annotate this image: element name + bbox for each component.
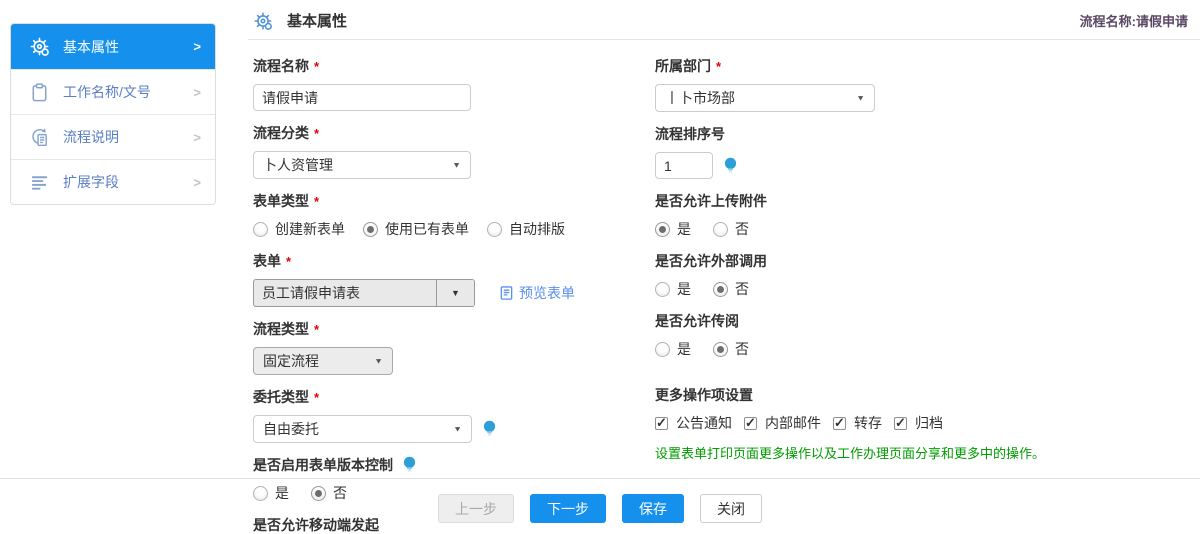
page-title: 基本属性 [287, 10, 347, 31]
lightbulb-hint-icon[interactable] [482, 420, 497, 438]
main-panel: 基本属性 流程名称:请假申请 流程名称 * 流程分类 * 卜人资管理 ▼ 表单类… [248, 0, 1200, 534]
chevron-right-icon: > [193, 85, 201, 100]
save-button[interactable]: 保存 [622, 494, 684, 523]
panel-header: 基本属性 流程名称:请假申请 [248, 0, 1200, 40]
dropdown-arrow-icon: ▼ [453, 425, 462, 434]
dropdown-arrow-icon: ▼ [856, 94, 865, 103]
field-label: 是否允许上传附件 [655, 191, 1175, 211]
required-mark: * [314, 194, 319, 209]
radio-option-auto-layout[interactable]: 自动排版 [487, 219, 565, 239]
radio-option-no[interactable]: 否 [713, 339, 749, 359]
required-mark: * [716, 59, 721, 74]
sort-number-input[interactable] [655, 152, 713, 179]
field-label: 流程分类 * [253, 123, 593, 143]
document-icon [499, 285, 514, 301]
radio-icon [713, 342, 728, 357]
form-type-radio-group: 创建新表单 使用已有表单 自动排版 [253, 219, 593, 239]
required-mark: * [314, 322, 319, 337]
required-mark: * [314, 390, 319, 405]
field-label: 流程类型 * [253, 319, 593, 339]
list-lines-icon [29, 172, 50, 193]
prev-step-button[interactable]: 上一步 [438, 494, 514, 523]
form-column-right: 所属部门 * 丨卜市场部 ▼ 流程排序号 是否允许上传附件 是 否 是否允许外 [655, 46, 1175, 462]
sidebar-item-label: 流程说明 [63, 127, 119, 147]
process-category-select[interactable]: 卜人资管理 ▼ [253, 151, 471, 179]
sidebar-item-extended-fields[interactable]: 扩展字段 > [11, 159, 215, 204]
department-select[interactable]: 丨卜市场部 ▼ [655, 84, 875, 112]
checkbox-option-internal-mail[interactable]: 内部邮件 [744, 413, 821, 433]
chevron-right-icon: > [193, 39, 201, 54]
process-name-display: 流程名称:请假申请 [1080, 11, 1188, 30]
radio-option-use-existing-form[interactable]: 使用已有表单 [363, 219, 469, 239]
settings-sidebar: 基本属性 > 工作名称/文号 > 流程说明 > 扩展字段 > [10, 23, 216, 205]
checkbox-option-archive[interactable]: 归档 [894, 413, 943, 433]
form-select-combo[interactable]: 员工请假申请表 ▼ [253, 279, 475, 307]
radio-icon [655, 282, 670, 297]
checkbox-icon [833, 417, 846, 430]
footer-divider [0, 478, 1200, 479]
radio-icon [713, 222, 728, 237]
clipboard-icon [29, 82, 50, 103]
more-actions-checkbox-group: 公告通知 内部邮件 转存 归档 [655, 413, 1175, 433]
allow-attachment-radio-group: 是 否 [655, 219, 1175, 239]
lightbulb-hint-icon[interactable] [723, 157, 738, 175]
more-actions-note: 设置表单打印页面更多操作以及工作办理页面分享和更多中的操作。 [655, 443, 1175, 462]
process-type-select[interactable]: 固定流程 ▼ [253, 347, 393, 375]
sidebar-item-label: 扩展字段 [63, 172, 119, 192]
field-label: 是否启用表单版本控制 [253, 455, 593, 475]
radio-icon [655, 342, 670, 357]
gear-icon [29, 36, 50, 57]
sidebar-item-work-name[interactable]: 工作名称/文号 > [11, 69, 215, 114]
footer-buttons: 上一步 下一步 保存 关闭 [0, 494, 1200, 523]
field-label: 是否允许传阅 [655, 311, 1175, 331]
radio-icon [363, 222, 378, 237]
field-label: 流程名称 * [253, 56, 593, 76]
required-mark: * [286, 254, 291, 269]
radio-option-yes[interactable]: 是 [655, 279, 691, 299]
allow-external-radio-group: 是 否 [655, 279, 1175, 299]
radio-icon [655, 222, 670, 237]
process-name-input[interactable] [253, 84, 471, 111]
form-column-left: 流程名称 * 流程分类 * 卜人资管理 ▼ 表单类型 * 创建新表单 使用已有表… [253, 46, 593, 534]
preview-form-link[interactable]: 预览表单 [499, 283, 575, 303]
allow-circulate-radio-group: 是 否 [655, 339, 1175, 359]
field-label: 表单类型 * [253, 191, 593, 211]
field-label: 更多操作项设置 [655, 385, 1175, 405]
field-label: 表单 * [253, 251, 593, 271]
checkbox-icon [894, 417, 907, 430]
dropdown-arrow-icon: ▼ [436, 280, 474, 306]
next-step-button[interactable]: 下一步 [530, 494, 606, 523]
sidebar-item-process-description[interactable]: 流程说明 > [11, 114, 215, 159]
radio-option-yes[interactable]: 是 [655, 339, 691, 359]
field-label: 所属部门 * [655, 56, 1175, 76]
sidebar-item-label: 基本属性 [63, 37, 119, 57]
lightbulb-hint-icon[interactable] [402, 456, 417, 474]
checkbox-option-transfer-save[interactable]: 转存 [833, 413, 882, 433]
radio-icon [253, 222, 268, 237]
dropdown-arrow-icon: ▼ [374, 357, 383, 366]
dropdown-arrow-icon: ▼ [452, 161, 461, 170]
checkbox-option-announcement[interactable]: 公告通知 [655, 413, 732, 433]
delegate-type-select[interactable]: 自由委托 ▼ [253, 415, 472, 443]
required-mark: * [314, 126, 319, 141]
close-button[interactable]: 关闭 [700, 494, 762, 523]
process-doc-icon [29, 127, 50, 148]
gear-icon [253, 11, 273, 31]
sidebar-item-label: 工作名称/文号 [63, 82, 151, 102]
radio-icon [487, 222, 502, 237]
radio-option-yes[interactable]: 是 [655, 219, 691, 239]
field-label: 流程排序号 [655, 124, 1175, 144]
checkbox-icon [744, 417, 757, 430]
field-label: 委托类型 * [253, 387, 593, 407]
radio-option-create-new-form[interactable]: 创建新表单 [253, 219, 345, 239]
chevron-right-icon: > [193, 130, 201, 145]
checkbox-icon [655, 417, 668, 430]
field-label: 是否允许外部调用 [655, 251, 1175, 271]
chevron-right-icon: > [193, 175, 201, 190]
radio-icon [713, 282, 728, 297]
sidebar-item-basic-properties[interactable]: 基本属性 > [11, 24, 215, 69]
radio-option-no[interactable]: 否 [713, 219, 749, 239]
radio-option-no[interactable]: 否 [713, 279, 749, 299]
required-mark: * [314, 59, 319, 74]
